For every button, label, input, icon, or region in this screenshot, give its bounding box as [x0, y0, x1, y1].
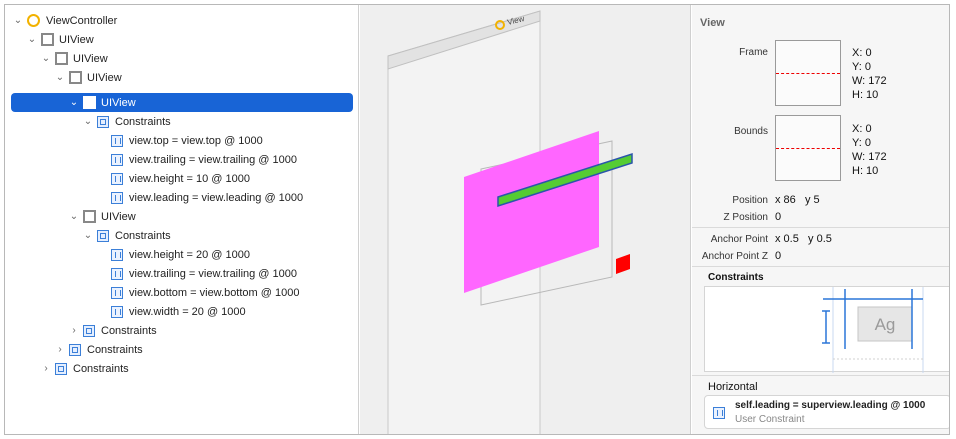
- constraint-title: self.leading = superview.leading @ 1000: [735, 400, 926, 411]
- constraints-icon: [69, 343, 81, 356]
- view-hierarchy-canvas[interactable]: View: [360, 5, 691, 434]
- constraint-item[interactable]: self.leading = superview.leading @ 1000 …: [704, 395, 949, 429]
- anchor-point-z-label: Anchor Point Z: [701, 251, 768, 262]
- frame-w: W: 172: [852, 75, 887, 87]
- tree-row-constraint[interactable]: view.trailing = view.trailing @ 1000: [5, 264, 359, 283]
- constraints-icon: [97, 115, 109, 128]
- bounds-h: H: 10: [852, 165, 879, 177]
- constraint-icon: [111, 305, 123, 318]
- frame-preview: [775, 40, 841, 106]
- chevron-right-icon[interactable]: ›: [41, 363, 51, 374]
- constraint-icon: [111, 134, 123, 147]
- view-icon: [55, 52, 68, 65]
- separator: [692, 375, 949, 376]
- constraint-subtitle: User Constraint: [735, 414, 805, 425]
- chevron-down-icon[interactable]: ⌄: [27, 34, 37, 45]
- view-icon: [41, 33, 54, 46]
- tree-row-constraints[interactable]: ⌄ Constraints: [5, 226, 359, 245]
- tree-row-uiview[interactable]: ⌄ UIView: [5, 68, 359, 87]
- frame-y: Y: 0: [852, 61, 871, 73]
- frame-h: H: 10: [852, 89, 879, 101]
- tree-row-constraints[interactable]: › Constraints: [5, 321, 359, 340]
- inspector-title: View: [700, 17, 725, 29]
- size-inspector: View Frame X: 0 Y: 0 W: 172 H: 10 Bounds…: [692, 5, 949, 434]
- frame-x: X: 0: [852, 47, 872, 59]
- tree-row-constraint[interactable]: view.height = 20 @ 1000: [5, 245, 359, 264]
- horizontal-header: Horizontal: [708, 381, 758, 393]
- constraints-preview: Ag: [704, 286, 949, 373]
- constraint-icon: [111, 286, 123, 299]
- tree-row-uiview-selected[interactable]: ⌄ UIView: [11, 93, 353, 112]
- constraints-header: Constraints: [708, 272, 764, 283]
- position-value: x 86 y 5: [775, 194, 820, 206]
- separator: [692, 266, 949, 267]
- view-debugger-window: ⌄ ViewController ⌄ UIView ⌄ UIView ⌄ UIV…: [4, 4, 950, 435]
- debug-navigator: ⌄ ViewController ⌄ UIView ⌄ UIView ⌄ UIV…: [5, 5, 359, 434]
- chevron-right-icon[interactable]: ›: [55, 344, 65, 355]
- view-icon: [83, 210, 96, 223]
- chevron-down-icon[interactable]: ⌄: [83, 230, 93, 241]
- tree-row-constraint[interactable]: view.bottom = view.bottom @ 1000: [5, 283, 359, 302]
- view-controller-icon: [27, 14, 40, 27]
- tree-row-uiview[interactable]: ⌄ UIView: [5, 49, 359, 68]
- bounds-y: Y: 0: [852, 137, 871, 149]
- tree-row-constraint[interactable]: view.height = 10 @ 1000: [5, 169, 359, 188]
- constraints-icon: [97, 229, 109, 242]
- tree-row-constraint[interactable]: view.trailing = view.trailing @ 1000: [5, 150, 359, 169]
- anchor-point-value: x 0.5 y 0.5: [775, 233, 832, 245]
- chevron-down-icon[interactable]: ⌄: [69, 211, 79, 222]
- chevron-down-icon[interactable]: ⌄: [83, 116, 93, 127]
- chevron-down-icon[interactable]: ⌄: [41, 53, 51, 64]
- tree-row-constraints[interactable]: › Constraints: [5, 340, 359, 359]
- constraint-icon: [713, 407, 725, 419]
- frame-label: Frame: [739, 47, 768, 58]
- chevron-right-icon[interactable]: ›: [69, 325, 79, 336]
- anchor-point-z-value: 0: [775, 250, 782, 262]
- tree-row-constraint[interactable]: view.width = 20 @ 1000: [5, 302, 359, 321]
- tree-row-constraint[interactable]: view.leading = view.leading @ 1000: [5, 188, 359, 207]
- constraints-icon: [83, 324, 95, 337]
- tree-row-constraints[interactable]: ⌄ Constraints: [5, 112, 359, 131]
- view-icon: [83, 96, 96, 109]
- constraint-icon: [111, 153, 123, 166]
- bounds-label: Bounds: [734, 126, 768, 137]
- red-view[interactable]: [616, 254, 630, 274]
- constraint-icon: [111, 248, 123, 261]
- tree-row-uiview[interactable]: ⌄ UIView: [5, 30, 359, 49]
- tree-row-constraints[interactable]: › Constraints: [5, 359, 359, 378]
- z-position-label: Z Position: [723, 212, 768, 223]
- view-icon: [69, 71, 82, 84]
- anchor-point-label: Anchor Point: [710, 234, 768, 245]
- constraints-icon: [55, 362, 67, 375]
- chevron-down-icon[interactable]: ⌄: [55, 72, 65, 83]
- position-label: Position: [732, 195, 768, 206]
- tree-row-uiview[interactable]: ⌄ UIView: [5, 207, 359, 226]
- constraints-diagram: [822, 287, 924, 373]
- bounds-preview: [775, 115, 841, 181]
- exploded-view-3d[interactable]: View: [360, 5, 691, 434]
- preview-text: Ag: [874, 315, 896, 334]
- constraint-icon: [111, 267, 123, 280]
- tree-row-constraint[interactable]: view.top = view.top @ 1000: [5, 131, 359, 150]
- bounds-x: X: 0: [852, 123, 872, 135]
- separator: [692, 227, 949, 228]
- z-position-value: 0: [775, 211, 782, 223]
- constraint-icon: [111, 191, 123, 204]
- chevron-down-icon[interactable]: ⌄: [69, 97, 79, 108]
- tree-row-viewcontroller[interactable]: ⌄ ViewController: [5, 11, 359, 30]
- chevron-down-icon[interactable]: ⌄: [13, 15, 23, 26]
- constraint-icon: [111, 172, 123, 185]
- bounds-w: W: 172: [852, 151, 887, 163]
